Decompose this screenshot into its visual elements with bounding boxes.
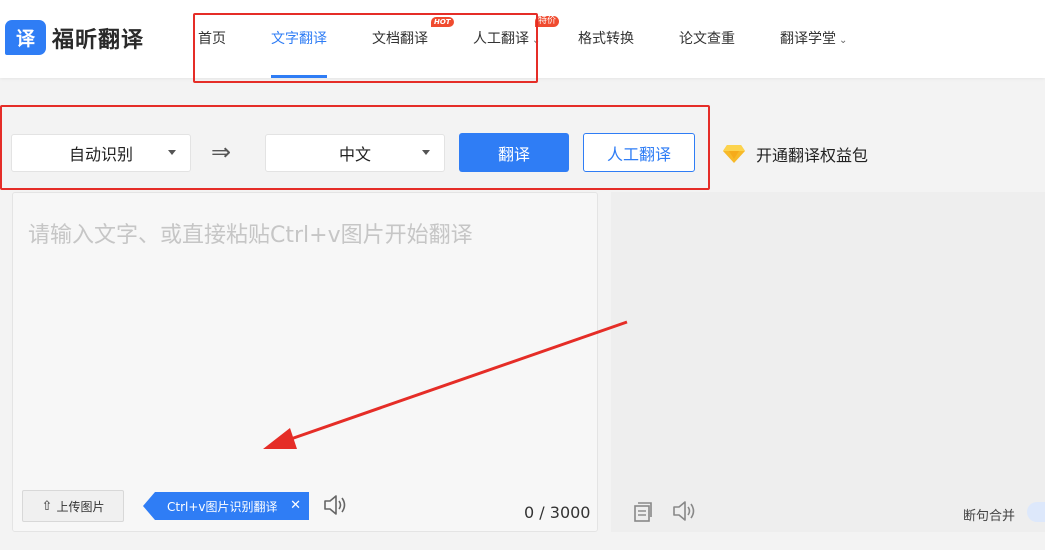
ocr-tip-body: Ctrl+v图片识别翻译 xyxy=(155,492,309,520)
upload-image-button[interactable]: ⇧ 上传图片 xyxy=(22,490,124,522)
close-icon[interactable]: ✕ xyxy=(290,498,301,513)
hot-badge: HOT xyxy=(431,17,454,27)
target-language-value: 中文 xyxy=(338,145,371,164)
upload-image-label: 上传图片 xyxy=(56,499,105,514)
nav-item-label: 翻译学堂 xyxy=(780,31,836,47)
speaker-icon[interactable] xyxy=(671,499,697,523)
active-tab-indicator xyxy=(271,75,327,78)
brand-name: 福昕翻译 xyxy=(52,27,145,53)
copy-icon[interactable] xyxy=(631,501,653,523)
merge-sentences-label: 断句合并 xyxy=(963,509,1016,524)
char-counter: 0 / 3000 xyxy=(524,503,590,522)
translation-output-area xyxy=(611,192,1045,532)
swap-languages-icon[interactable]: ⇒ xyxy=(211,138,231,166)
discount-badge: 特价 xyxy=(535,16,560,27)
nav-item-translation-school[interactable]: 翻译学堂 ⌄ xyxy=(780,28,847,48)
ocr-tip-label: Ctrl+v图片识别翻译 xyxy=(167,499,278,514)
nav-item-home[interactable]: 首页 xyxy=(198,28,226,48)
top-navbar: 译 福昕翻译 首页 文字翻译 文档翻译 HOT 人工翻译 ⌄ 特价 格式转换 论文… xyxy=(0,0,1045,78)
source-text-placeholder: 请输入文字、或直接粘贴Ctrl+v图片开始翻译 xyxy=(28,223,473,248)
vip-package-link[interactable]: 开通翻译权益包 xyxy=(722,142,868,166)
caret-down-icon xyxy=(168,150,176,155)
char-count: 0 xyxy=(524,503,535,522)
logo[interactable]: 译 福昕翻译 xyxy=(5,20,144,55)
caret-down-icon xyxy=(422,150,430,155)
target-language-select[interactable]: 中文 xyxy=(265,134,445,172)
nav-item-format-convert[interactable]: 格式转换 xyxy=(578,28,634,48)
ocr-tip-tag: Ctrl+v图片识别翻译 ✕ xyxy=(143,492,309,520)
nav-item-document-translate[interactable]: 文档翻译 xyxy=(372,28,428,48)
merge-sentences-toggle[interactable] xyxy=(1027,502,1045,522)
vip-link-label: 开通翻译权益包 xyxy=(756,146,869,165)
char-limit: 3000 xyxy=(549,503,591,522)
speaker-icon[interactable] xyxy=(322,493,348,517)
nav-item-label: 人工翻译 xyxy=(473,31,529,47)
human-translate-button[interactable]: 人工翻译 xyxy=(583,133,695,172)
diamond-icon xyxy=(723,145,745,163)
logo-icon: 译 xyxy=(5,20,46,55)
source-language-select[interactable]: 自动识别 xyxy=(11,134,191,172)
char-separator: / xyxy=(539,503,545,522)
nav-item-human-translate[interactable]: 人工翻译 ⌄ xyxy=(473,28,540,48)
page: 译 福昕翻译 首页 文字翻译 文档翻译 HOT 人工翻译 ⌄ 特价 格式转换 论文… xyxy=(0,0,1045,550)
chevron-down-icon: ⌄ xyxy=(839,35,848,46)
tag-pointer xyxy=(143,492,155,520)
nav-item-text-translate[interactable]: 文字翻译 xyxy=(271,28,327,48)
nav-item-plagiarism-check[interactable]: 论文查重 xyxy=(679,28,735,48)
chevron-down-icon: ⌄ xyxy=(532,35,541,46)
upload-icon: ⇧ xyxy=(41,498,53,514)
translate-button[interactable]: 翻译 xyxy=(459,133,569,172)
source-language-value: 自动识别 xyxy=(68,145,133,164)
